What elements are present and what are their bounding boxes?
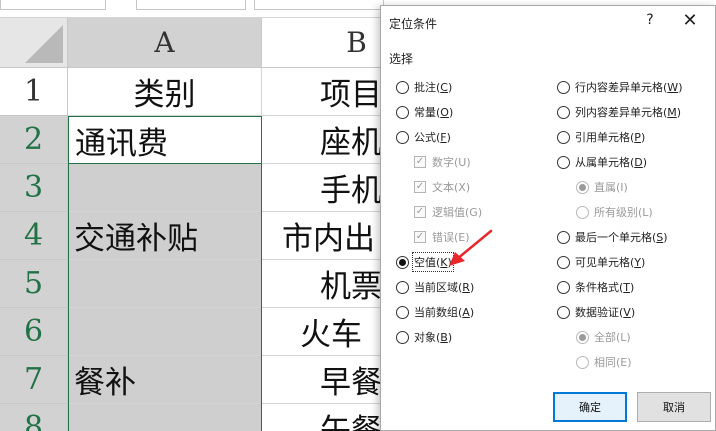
- option-label: 当前数组(: [414, 306, 463, 319]
- close-icon[interactable]: ✕: [679, 10, 701, 32]
- option-objects[interactable]: 对象(B): [396, 328, 452, 346]
- help-button[interactable]: ?: [639, 12, 661, 32]
- option-visible-cells[interactable]: 可见单元格(Y): [557, 253, 645, 271]
- option-data-validation[interactable]: 数据验证(V): [557, 303, 635, 321]
- checkbox-checked-icon: ✓: [414, 181, 426, 193]
- option-precedents[interactable]: 引用单元格(P): [557, 128, 645, 146]
- cancel-button[interactable]: 取消: [637, 392, 711, 422]
- cell-a7[interactable]: 餐补: [68, 356, 262, 404]
- option-label: 行内容差异单元格(: [575, 81, 668, 94]
- option-formulas[interactable]: 公式(F): [396, 128, 451, 146]
- ok-button[interactable]: 确定: [553, 392, 627, 422]
- option-label: 逻辑值(G): [432, 206, 483, 219]
- option-label: 相同(E): [594, 356, 632, 369]
- option-dependents[interactable]: 从属单元格(D): [557, 153, 647, 171]
- option-column-differences[interactable]: 列内容差异单元格(M): [557, 103, 681, 121]
- option-current-array[interactable]: 当前数组(A): [396, 303, 474, 321]
- dialog-title: 定位条件: [389, 17, 438, 31]
- cell-a2[interactable]: 通讯费: [68, 116, 262, 164]
- option-label: 文本(X): [432, 181, 471, 194]
- option-numbers: ✓ 数字(U): [414, 153, 471, 171]
- annotation-arrow-icon: [449, 229, 493, 266]
- option-conditional-formats[interactable]: 条件格式(T): [557, 278, 634, 296]
- formula-input[interactable]: [254, 0, 384, 10]
- row-header-8[interactable]: 8: [0, 404, 68, 431]
- row-header-2[interactable]: 2: [0, 116, 68, 164]
- cell-a6[interactable]: [68, 308, 262, 356]
- column-header-a[interactable]: A: [68, 18, 262, 68]
- radio-icon: [557, 155, 570, 169]
- option-current-region[interactable]: 当前区域(R): [396, 278, 474, 296]
- option-blanks[interactable]: 空值(K): [396, 252, 454, 272]
- option-label: 对象(: [414, 331, 441, 344]
- row-header-3[interactable]: 3: [0, 164, 68, 212]
- radio-icon: [557, 305, 570, 319]
- option-comments[interactable]: 批注(C): [396, 78, 452, 96]
- option-label: 直属(I): [594, 181, 628, 194]
- row-header-4[interactable]: 4: [0, 212, 68, 260]
- option-label: 引用单元格(: [575, 131, 635, 144]
- go-to-special-dialog: 定位条件 ? ✕ 选择 批注(C) 常量(O) 公式(F) ✓ 数字(U) ✓ …: [380, 5, 716, 431]
- option-logicals: ✓ 逻辑值(G): [414, 203, 482, 221]
- option-label: 当前区域(: [414, 281, 463, 294]
- option-all-levels: 所有级别(L): [576, 203, 653, 221]
- cell-a4[interactable]: 交通补贴: [68, 212, 262, 260]
- radio-icon: [576, 355, 589, 369]
- radio-icon: [557, 130, 570, 144]
- option-label: 最后一个单元格(: [575, 231, 657, 244]
- name-box[interactable]: [0, 0, 106, 10]
- cell-a8[interactable]: [68, 404, 262, 431]
- radio-icon: [557, 230, 570, 244]
- row-header-6[interactable]: 6: [0, 308, 68, 356]
- checkbox-checked-icon: ✓: [414, 231, 426, 243]
- radio-icon: [576, 205, 589, 219]
- option-label: 从属单元格(: [575, 156, 635, 169]
- row-header-5[interactable]: 5: [0, 260, 68, 308]
- option-last-cell[interactable]: 最后一个单元格(S): [557, 228, 668, 246]
- option-label: 批注(: [414, 81, 441, 94]
- formula-buttons[interactable]: [136, 0, 246, 10]
- row-header-7[interactable]: 7: [0, 356, 68, 404]
- option-constants[interactable]: 常量(O): [396, 103, 453, 121]
- radio-icon: [557, 105, 570, 119]
- radio-icon: [396, 105, 409, 119]
- radio-icon: [396, 130, 409, 144]
- option-text: ✓ 文本(X): [414, 178, 470, 196]
- select-all-triangle-icon: [25, 25, 63, 63]
- select-all-corner[interactable]: [0, 18, 68, 68]
- radio-selected-icon: [396, 255, 409, 269]
- radio-icon: [557, 280, 570, 294]
- radio-icon: [396, 330, 409, 344]
- option-direct-only: 直属(I): [576, 178, 628, 196]
- option-label: 可见单元格(: [575, 256, 635, 269]
- radio-icon: [396, 305, 409, 319]
- cell-a1[interactable]: 类别: [68, 68, 262, 116]
- radio-icon: [396, 280, 409, 294]
- option-label: 列内容差异单元格(: [575, 106, 668, 119]
- option-label: 所有级别(L): [594, 206, 653, 219]
- option-label: 条件格式(: [575, 281, 624, 294]
- option-validation-same: 相同(E): [576, 353, 632, 371]
- row-header-1[interactable]: 1: [0, 68, 68, 116]
- radio-selected-icon: [576, 180, 589, 194]
- cell-a3[interactable]: [68, 164, 262, 212]
- option-row-differences[interactable]: 行内容差异单元格(W): [557, 78, 682, 96]
- radio-icon: [396, 80, 409, 94]
- radio-icon: [557, 255, 570, 269]
- cell-a5[interactable]: [68, 260, 262, 308]
- option-label: 常量(: [414, 106, 441, 119]
- checkbox-checked-icon: ✓: [414, 156, 426, 168]
- option-label: 数字(U): [432, 156, 471, 169]
- radio-selected-icon: [576, 330, 589, 344]
- option-validation-all: 全部(L): [576, 328, 631, 346]
- checkbox-checked-icon: ✓: [414, 206, 426, 218]
- option-label: 全部(L): [594, 331, 631, 344]
- radio-icon: [557, 80, 570, 94]
- option-label: 公式(: [414, 131, 441, 144]
- select-group-label: 选择: [389, 52, 414, 66]
- option-label: 数据验证(: [575, 306, 624, 319]
